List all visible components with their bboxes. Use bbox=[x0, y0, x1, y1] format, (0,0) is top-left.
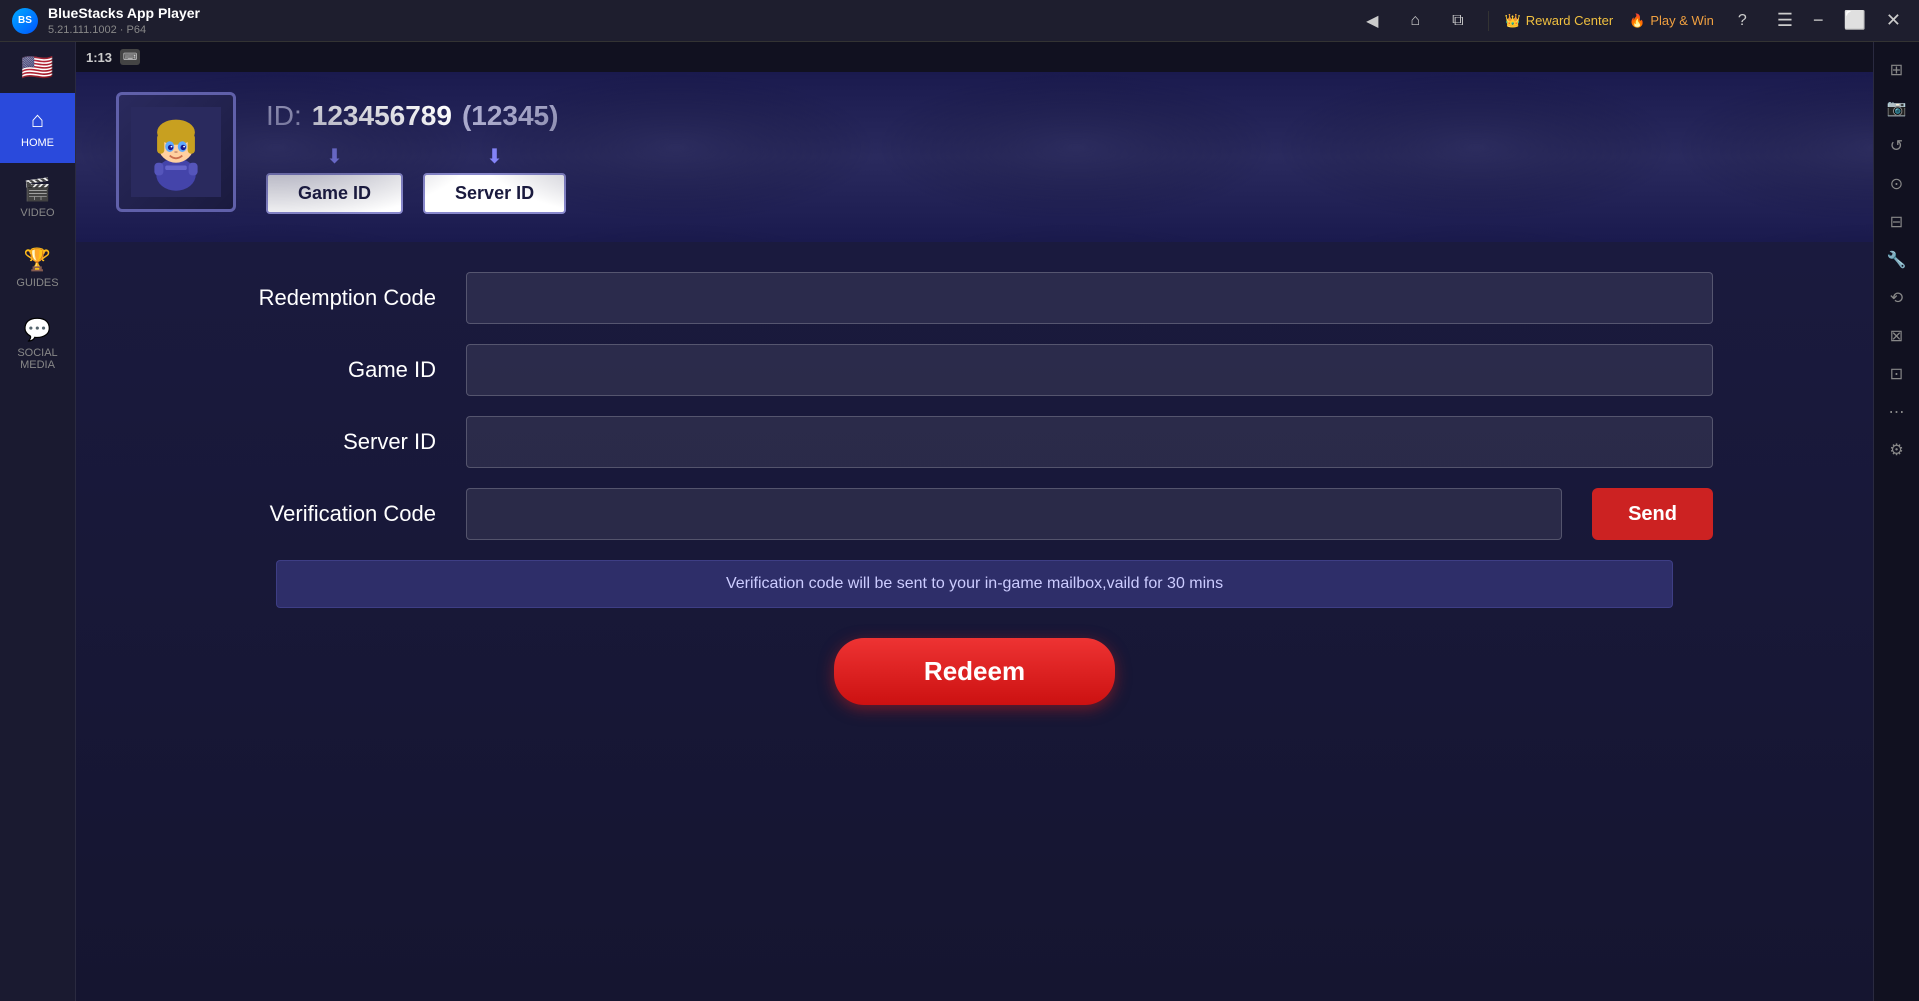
game-id-arrow: ⬇ bbox=[326, 144, 343, 169]
sidebar-home-label: HOME bbox=[21, 137, 54, 149]
home-icon: ⌂ bbox=[31, 107, 44, 133]
sidebar: 🇺🇸 ⌂ HOME 🎬 VIDEO 🏆 GUIDES 💬 SOCIAL MEDI… bbox=[0, 42, 76, 1001]
sidebar-item-social-media[interactable]: 💬 SOCIAL MEDIA bbox=[0, 303, 75, 385]
rt-btn-7[interactable]: ⟲ bbox=[1879, 280, 1915, 316]
form-area: Redemption Code Game ID Server ID Verifi… bbox=[76, 242, 1873, 1001]
player-id-main: 123456789 bbox=[312, 100, 452, 132]
redemption-code-row: Redemption Code bbox=[236, 272, 1713, 324]
avatar-svg bbox=[131, 107, 221, 197]
redeem-btn-row: Redeem bbox=[236, 638, 1713, 705]
sidebar-item-video[interactable]: 🎬 VIDEO bbox=[0, 163, 75, 233]
sidebar-item-home[interactable]: ⌂ HOME bbox=[0, 93, 75, 163]
verification-code-input[interactable] bbox=[466, 488, 1562, 540]
sidebar-item-guides[interactable]: 🏆 GUIDES bbox=[0, 233, 75, 303]
close-button[interactable]: ✕ bbox=[1880, 10, 1907, 31]
back-button[interactable]: ◀ bbox=[1358, 7, 1386, 35]
info-banner: Verification code will be sent to your i… bbox=[276, 560, 1673, 608]
server-id-input[interactable] bbox=[466, 416, 1713, 468]
send-button[interactable]: Send bbox=[1592, 488, 1713, 540]
title-bar: BS BlueStacks App Player 5.21.111.1002 ·… bbox=[0, 0, 1919, 42]
app-content: 1:13 ⌨ bbox=[76, 42, 1873, 1001]
avatar-frame bbox=[116, 92, 236, 212]
app-title-group: BlueStacks App Player 5.21.111.1002 · P6… bbox=[48, 5, 1348, 36]
right-toolbar: ⊞ 📷 ↺ ⊙ ⊟ 🔧 ⟲ ⊠ ⊡ ⋯ ⚙ bbox=[1873, 42, 1919, 1001]
history-button[interactable]: ⧉ bbox=[1444, 8, 1471, 34]
server-id-row: Server ID bbox=[236, 416, 1713, 468]
main-layout: 🇺🇸 ⌂ HOME 🎬 VIDEO 🏆 GUIDES 💬 SOCIAL MEDI… bbox=[0, 42, 1919, 1001]
sidebar-video-label: VIDEO bbox=[20, 207, 54, 219]
server-id-group: ⬇ Server ID bbox=[423, 144, 566, 214]
reward-center-label: Reward Center bbox=[1526, 13, 1613, 28]
game-id-button[interactable]: Game ID bbox=[266, 173, 403, 214]
sidebar-social-label: SOCIAL MEDIA bbox=[0, 347, 75, 371]
rt-btn-5[interactable]: ⊟ bbox=[1879, 204, 1915, 240]
rt-btn-2[interactable]: 📷 bbox=[1879, 90, 1915, 126]
crown-icon: 👑 bbox=[1505, 13, 1521, 29]
rt-btn-10[interactable]: ⋯ bbox=[1879, 394, 1915, 430]
redeem-button[interactable]: Redeem bbox=[834, 638, 1115, 705]
settings-button[interactable]: ⚙ bbox=[1879, 432, 1915, 468]
id-buttons-row: ⬇ Game ID ⬇ Server ID bbox=[266, 144, 1833, 214]
app-logo: BS bbox=[12, 8, 38, 34]
verification-code-label: Verification Code bbox=[236, 501, 436, 527]
player-id-row: ID: 123456789 (12345) bbox=[266, 100, 1833, 132]
app-version: 5.21.111.1002 · P64 bbox=[48, 24, 146, 36]
flag-icon[interactable]: 🇺🇸 bbox=[21, 52, 53, 83]
game-header: ID: 123456789 (12345) ⬇ Game ID ⬇ Server… bbox=[76, 72, 1873, 242]
rt-btn-3[interactable]: ↺ bbox=[1879, 128, 1915, 164]
play-win-label: Play & Win bbox=[1650, 13, 1714, 28]
game-id-row: Game ID bbox=[236, 344, 1713, 396]
keyboard-icon: ⌨ bbox=[120, 49, 140, 65]
rt-btn-6[interactable]: 🔧 bbox=[1879, 242, 1915, 278]
player-id-server: (12345) bbox=[462, 100, 559, 132]
redemption-code-label: Redemption Code bbox=[236, 285, 436, 311]
game-id-form-label: Game ID bbox=[236, 357, 436, 383]
time-display: 1:13 bbox=[86, 50, 112, 65]
server-id-form-label: Server ID bbox=[236, 429, 436, 455]
rt-btn-1[interactable]: ⊞ bbox=[1879, 52, 1915, 88]
video-icon: 🎬 bbox=[24, 177, 51, 203]
game-id-input[interactable] bbox=[466, 344, 1713, 396]
id-label: ID: bbox=[266, 100, 302, 132]
reward-center-button[interactable]: 👑 Reward Center bbox=[1505, 13, 1614, 29]
verification-code-row: Verification Code Send bbox=[236, 488, 1713, 540]
play-win-button[interactable]: 🔥 Play & Win bbox=[1629, 13, 1714, 29]
rt-btn-9[interactable]: ⊡ bbox=[1879, 356, 1915, 392]
game-id-group: ⬇ Game ID bbox=[266, 144, 403, 214]
titlebar-controls: ◀ ⌂ ⧉ 👑 Reward Center 🔥 Play & Win ? ☰ −… bbox=[1358, 7, 1907, 35]
rt-btn-8[interactable]: ⊠ bbox=[1879, 318, 1915, 354]
header-info: ID: 123456789 (12345) ⬇ Game ID ⬇ Server… bbox=[266, 100, 1833, 214]
home-button[interactable]: ⌂ bbox=[1402, 8, 1428, 34]
help-button[interactable]: ? bbox=[1730, 8, 1755, 34]
sidebar-guides-label: GUIDES bbox=[16, 277, 58, 289]
server-id-arrow: ⬇ bbox=[486, 144, 503, 169]
character-avatar bbox=[116, 92, 236, 222]
window-controls: ☰ − ⬜ ✕ bbox=[1771, 10, 1907, 31]
social-icon: 💬 bbox=[24, 317, 51, 343]
rt-btn-4[interactable]: ⊙ bbox=[1879, 166, 1915, 202]
minimize-button[interactable]: − bbox=[1807, 10, 1830, 31]
server-id-button[interactable]: Server ID bbox=[423, 173, 566, 214]
redemption-code-input[interactable] bbox=[466, 272, 1713, 324]
menu-button[interactable]: ☰ bbox=[1771, 10, 1799, 31]
guides-icon: 🏆 bbox=[24, 247, 51, 273]
fire-icon: 🔥 bbox=[1629, 13, 1645, 29]
maximize-button[interactable]: ⬜ bbox=[1837, 10, 1871, 31]
info-text: Verification code will be sent to your i… bbox=[726, 575, 1223, 592]
time-bar: 1:13 ⌨ bbox=[76, 42, 1873, 72]
app-name: BlueStacks App Player bbox=[48, 5, 200, 21]
